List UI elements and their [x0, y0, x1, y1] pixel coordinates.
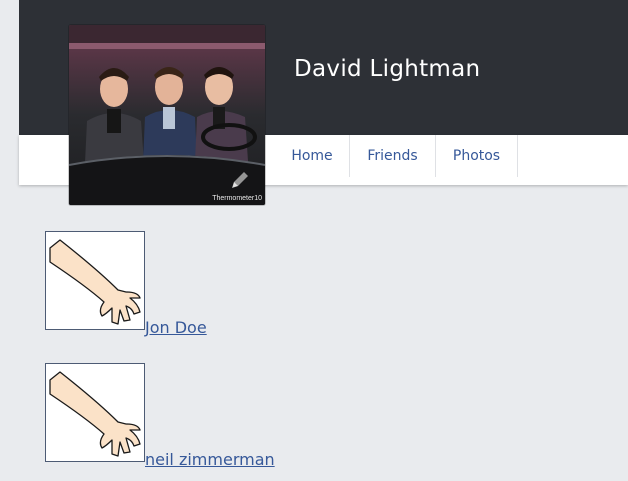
tab-home[interactable]: Home — [276, 135, 348, 178]
pencil-icon[interactable] — [229, 169, 251, 191]
cover-watermark: Thermometer10 — [212, 195, 262, 202]
friend-link[interactable]: Jon Doe — [145, 318, 207, 337]
profile-picture[interactable]: Thermometer10 — [69, 25, 265, 205]
friend-link[interactable]: neil zimmerman — [145, 450, 275, 469]
arm-icon — [49, 239, 141, 325]
avatar[interactable] — [45, 363, 145, 462]
tab-friends[interactable]: Friends — [350, 135, 435, 178]
avatar[interactable] — [45, 231, 145, 330]
nav-divider — [517, 135, 518, 177]
arm-icon — [49, 371, 141, 457]
tab-photos[interactable]: Photos — [436, 135, 517, 178]
profile-name: David Lightman — [294, 56, 481, 82]
